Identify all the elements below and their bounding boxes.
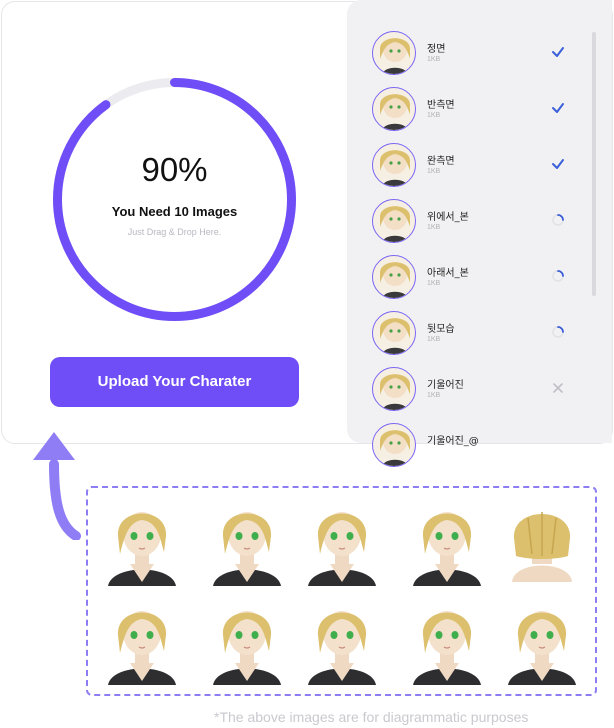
file-size: 1KB — [427, 56, 441, 63]
file-name: 기울어진 — [427, 380, 464, 391]
sample-image — [403, 597, 491, 685]
file-list-item[interactable]: 정면 1KB — [372, 31, 602, 81]
sample-image — [98, 597, 186, 685]
footnote: *The above images are for diagrammatic p… — [214, 709, 529, 725]
check-icon — [550, 101, 566, 117]
sample-image — [203, 498, 291, 586]
avatar — [372, 87, 416, 131]
file-list-item[interactable]: 뒷모습 1KB — [372, 311, 602, 361]
file-name: 완측면 — [427, 156, 455, 167]
file-size: 1KB — [427, 392, 441, 399]
progress-headline: You Need 10 Images — [111, 204, 238, 219]
sample-image — [403, 498, 491, 586]
file-list-item[interactable]: 아래서_본 1KB — [372, 255, 602, 305]
sample-image — [98, 498, 186, 586]
sample-image — [498, 597, 586, 685]
check-icon — [550, 157, 566, 173]
file-size: 1KB — [427, 280, 441, 287]
progress-ring: 90% You Need 10 Images Just Drag & Drop … — [52, 77, 297, 322]
sample-image — [298, 597, 386, 685]
avatar — [372, 367, 416, 411]
avatar — [372, 255, 416, 299]
close-icon[interactable] — [550, 381, 566, 397]
avatar — [372, 143, 416, 187]
sample-image — [203, 597, 291, 685]
file-list-item[interactable]: 기울어진 1KB — [372, 367, 602, 417]
file-size: 1KB — [427, 224, 441, 231]
file-list-item[interactable]: 완측면 1KB — [372, 143, 602, 193]
avatar — [372, 31, 416, 75]
drop-hint: Just Drag & Drop Here. — [127, 227, 222, 237]
file-name: 아래서_본 — [427, 268, 469, 279]
file-size: 1KB — [427, 336, 441, 343]
file-list-item[interactable]: 반측면 1KB — [372, 87, 602, 137]
check-icon — [550, 45, 566, 61]
avatar — [372, 199, 416, 243]
file-size: 1KB — [427, 112, 441, 119]
file-name: 뒷모습 — [427, 324, 455, 335]
avatar — [372, 423, 416, 467]
sample-image — [498, 498, 586, 586]
progress-text: 90% You Need 10 Images Just Drag & Drop … — [52, 77, 297, 322]
spinner-icon — [550, 325, 566, 341]
file-name: 정면 — [427, 44, 446, 55]
spinner-icon — [550, 269, 566, 285]
sample-image — [298, 498, 386, 586]
file-list-item[interactable]: 기울어진_@ — [372, 423, 602, 473]
file-name: 반측면 — [427, 100, 455, 111]
avatar — [372, 311, 416, 355]
file-list-item[interactable]: 위에서_본 1KB — [372, 199, 602, 249]
curved-arrow-up-icon — [33, 432, 81, 540]
file-size: 1KB — [427, 168, 441, 175]
file-name: 기울어진_@ — [427, 436, 479, 447]
spinner-icon — [550, 213, 566, 229]
upload-button[interactable]: Upload Your Charater — [50, 357, 299, 407]
progress-percent: 90% — [141, 151, 208, 188]
file-name: 위에서_본 — [427, 212, 469, 223]
